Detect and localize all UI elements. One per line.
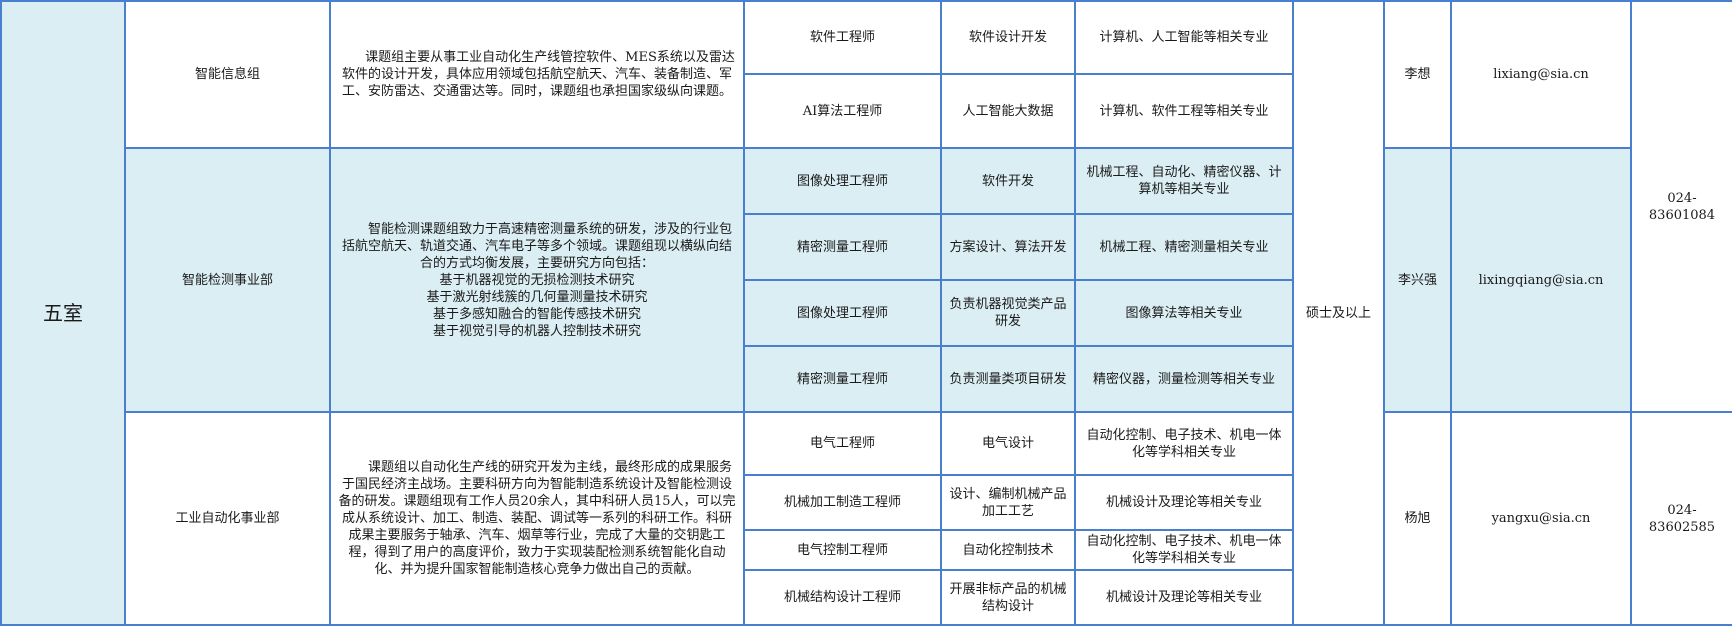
group-name: 工业自动化事业部: [124, 411, 331, 626]
recruitment-table: 五室 智能信息组 课题组主要从事工业自动化生产线管控软件、MES系统以及雷达软件…: [0, 0, 1732, 626]
group-name: 智能信息组: [124, 0, 331, 149]
degree-requirement: 硕士及以上: [1292, 0, 1385, 626]
position-major: 机械设计及理论等相关专业: [1074, 474, 1294, 531]
position-title: 电气控制工程师: [743, 529, 942, 571]
position-major: 机械设计及理论等相关专业: [1074, 569, 1294, 626]
table-row: 五室 智能信息组 课题组主要从事工业自动化生产线管控软件、MES系统以及雷达软件…: [0, 0, 1732, 626]
contact-email: lixingqiang@sia.cn: [1450, 147, 1632, 413]
group-name: 智能检测事业部: [124, 147, 331, 413]
position-title: 精密测量工程师: [743, 213, 942, 281]
position-title: 机械结构设计工程师: [743, 569, 942, 626]
contact-email: lixiang@sia.cn: [1450, 0, 1632, 149]
position-major: 图像算法等相关专业: [1074, 279, 1294, 347]
position-duty: 方案设计、算法开发: [940, 213, 1076, 281]
contact-name: 李兴强: [1383, 147, 1452, 413]
contact-phone: 024-83601084: [1630, 0, 1732, 413]
position-title: 机械加工制造工程师: [743, 474, 942, 531]
table-row: 智能检测事业部 智能检测课题组致力于高速精密测量系统的研发，涉及的行业包括航空航…: [1, 147, 1732, 413]
position-major: 机械工程、自动化、精密仪器、计算机等相关专业: [1074, 147, 1294, 215]
group-description: 课题组以自动化生产线的研究开发为主线，最终形成的成果服务于国民经济主战场。主要科…: [329, 411, 745, 626]
position-duty: 电气设计: [940, 411, 1076, 476]
position-title: 图像处理工程师: [743, 147, 942, 215]
position-title: 精密测量工程师: [743, 345, 942, 413]
position-duty: 自动化控制技术: [940, 529, 1076, 571]
position-duty: 软件开发: [940, 147, 1076, 215]
contact-email: yangxu@sia.cn: [1450, 411, 1632, 626]
position-duty: 负责机器视觉类产品研发: [940, 279, 1076, 347]
contact-name: 李想: [1383, 0, 1452, 149]
position-title: 软件工程师: [743, 0, 942, 75]
position-major: 计算机、人工智能等相关专业: [1074, 0, 1294, 75]
position-major: 计算机、软件工程等相关专业: [1074, 73, 1294, 149]
position-duty: 软件设计开发: [940, 0, 1076, 75]
position-duty: 人工智能大数据: [940, 73, 1076, 149]
position-title: 图像处理工程师: [743, 279, 942, 347]
position-major: 机械工程、精密测量相关专业: [1074, 213, 1294, 281]
group-description: 智能检测课题组致力于高速精密测量系统的研发，涉及的行业包括航空航天、轨道交通、汽…: [329, 147, 745, 413]
position-major: 自动化控制、电子技术、机电一体化等学科相关专业: [1074, 411, 1294, 476]
position-duty: 设计、编制机械产品加工工艺: [940, 474, 1076, 531]
group-description: 课题组主要从事工业自动化生产线管控软件、MES系统以及雷达软件的设计开发，具体应…: [329, 0, 745, 149]
position-duty: 开展非标产品的机械结构设计: [940, 569, 1076, 626]
position-major: 精密仪器，测量检测等相关专业: [1074, 345, 1294, 413]
contact-name: 杨旭: [1383, 411, 1452, 626]
table-row: 工业自动化事业部 课题组以自动化生产线的研究开发为主线，最终形成的成果服务于国民…: [1, 411, 1732, 626]
department-cell: 五室: [0, 0, 126, 626]
position-title: AI算法工程师: [743, 73, 942, 149]
position-duty: 负责测量类项目研发: [940, 345, 1076, 413]
position-major: 自动化控制、电子技术、机电一体化等学科相关专业: [1074, 529, 1294, 571]
contact-phone: 024-83602585: [1630, 411, 1732, 626]
position-title: 电气工程师: [743, 411, 942, 476]
